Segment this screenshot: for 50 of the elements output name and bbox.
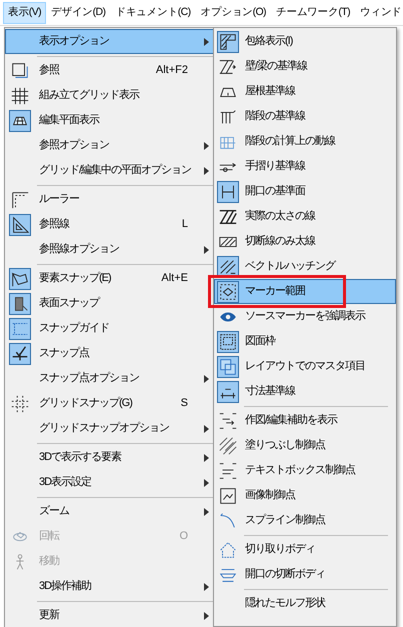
menu-item[interactable]: 開口の基準面	[214, 179, 396, 204]
menu-item[interactable]: 階段の基準線	[214, 104, 396, 129]
menu-item[interactable]: スナップ点	[5, 341, 215, 366]
menu-item[interactable]: ベクトルハッチング	[214, 254, 396, 279]
menu-bar-item[interactable]: ウィンド	[354, 2, 403, 24]
menu-bar-item[interactable]: チームワーク(T)	[270, 2, 355, 24]
menu-bar-item[interactable]: オプション(O)	[196, 2, 271, 24]
menu-item[interactable]: テキストボックス制御点	[214, 458, 396, 483]
menu-bar-item[interactable]: ドキュメント(C)	[110, 2, 196, 24]
menu-item[interactable]: 図面枠	[214, 329, 396, 354]
menu-item[interactable]: 編集平面表示	[5, 108, 215, 133]
menu-item[interactable]: 組み立てグリッド表示	[5, 83, 215, 108]
menu-item[interactable]: 切り取りボディ	[214, 537, 396, 562]
menu-item[interactable]: スナップ点オプション	[5, 366, 215, 391]
menu-item[interactable]: 表面スナップ	[5, 291, 215, 316]
menu-item[interactable]: 画像制御点	[214, 483, 396, 508]
menu-item[interactable]: 3D操作補助	[5, 574, 215, 599]
menu-item[interactable]: 手摺り基準線	[214, 154, 396, 179]
menu-item[interactable]: 要素スナップ(E) Alt+E	[5, 266, 215, 291]
menu-item[interactable]: 作図/編集補助を表示	[214, 408, 396, 433]
menu-item[interactable]: マーカー範囲	[214, 279, 396, 304]
menu-item[interactable]: グリッドスナップ(G) S	[5, 391, 215, 416]
menu-item[interactable]: ソースマーカーを強調表示	[214, 304, 396, 329]
menu-item[interactable]: 寸法基準線	[214, 379, 396, 404]
menu-item[interactable]: 壁/梁の基準線	[214, 54, 396, 79]
menu-item[interactable]: 塗りつぶし制御点	[214, 433, 396, 458]
menu-item[interactable]: 開口の切断ボディ	[214, 562, 396, 587]
menu-item[interactable]: 表示オプション	[5, 29, 215, 54]
menu-item[interactable]: 参照線オプション	[5, 237, 215, 262]
menu-item[interactable]: ルーラー	[5, 187, 215, 212]
menu-item[interactable]: 参照オプション	[5, 133, 215, 158]
menu-item[interactable]: 更新	[5, 603, 215, 627]
menu-item[interactable]: 3D表示設定	[5, 470, 215, 495]
menu-item[interactable]: 参照線 L	[5, 212, 215, 237]
menu-bar-item[interactable]: 表示(V)	[3, 2, 46, 24]
menu-item[interactable]: 切断線のみ太線	[214, 229, 396, 254]
menu-item[interactable]: 屋根基準線	[214, 79, 396, 104]
menu-item[interactable]: グリッドスナップオプション	[5, 416, 215, 441]
menu-bar-item[interactable]: デザイン(D)	[46, 2, 110, 24]
menu-item[interactable]: 包絡表示(I)	[214, 29, 396, 54]
menu-item[interactable]: レイアウトでのマスタ項目	[214, 354, 396, 379]
menu-item[interactable]: 階段の計算上の動線	[214, 129, 396, 154]
menu-item[interactable]: グリッド/編集中の平面オプション	[5, 158, 215, 183]
menu-item[interactable]: スナップガイド	[5, 316, 215, 341]
menu-item[interactable]: ズーム	[5, 499, 215, 524]
menu-item[interactable]: 参照 Alt+F2	[5, 58, 215, 83]
menu-item[interactable]: 実際の太さの線	[214, 204, 396, 229]
menu-item[interactable]: スプライン制御点	[214, 508, 396, 533]
menu-item[interactable]: 3Dで表示する要素	[5, 445, 215, 470]
menu-item[interactable]: 隠れたモルフ形状	[214, 591, 396, 616]
